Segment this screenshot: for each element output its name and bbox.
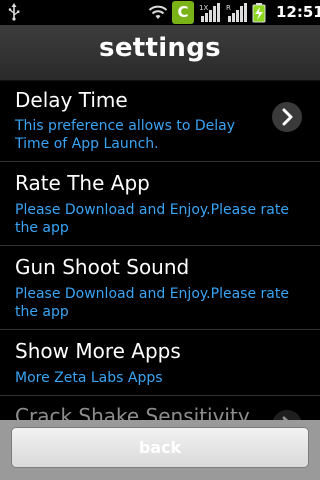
- chevron-right-icon[interactable]: [272, 410, 302, 420]
- app-screen: C 1X R 12:51 settings Delay Time This pr…: [0, 0, 320, 480]
- signal-icon: 1X: [198, 2, 220, 27]
- pref-show-more-apps[interactable]: Show More Apps More Zeta Labs Apps: [0, 330, 320, 396]
- page-title: settings: [99, 33, 221, 63]
- pref-delay-time[interactable]: Delay Time This preference allows to Del…: [0, 80, 320, 162]
- pref-crack-shake-sensitivity[interactable]: Crack Shake Sensitivity: [0, 396, 320, 420]
- back-button[interactable]: back: [11, 427, 309, 468]
- pref-summary: Please Download and Enjoy.Please rate th…: [15, 286, 289, 320]
- pref-title: Rate The App: [15, 171, 150, 195]
- pref-gun-shoot-sound[interactable]: Gun Shoot Sound Please Download and Enjo…: [0, 246, 320, 330]
- pref-summary: More Zeta Labs Apps: [15, 370, 163, 386]
- app-notification-icon: C: [172, 1, 194, 24]
- pref-summary: Please Download and Enjoy.Please rate th…: [15, 202, 289, 236]
- status-bar: C 1X R 12:51: [0, 0, 320, 25]
- status-time: 12:51: [276, 3, 320, 21]
- chevron-right-icon[interactable]: [272, 102, 302, 132]
- pref-title: Crack Shake Sensitivity: [15, 404, 250, 420]
- pref-title: Show More Apps: [15, 339, 181, 363]
- pref-title: Delay Time: [15, 88, 128, 112]
- pref-title: Gun Shoot Sound: [15, 255, 190, 279]
- wifi-icon: [148, 3, 168, 25]
- pref-rate-app[interactable]: Rate The App Please Download and Enjoy.P…: [0, 162, 320, 246]
- battery-charging-icon: [252, 3, 266, 27]
- roaming-label: R: [226, 4, 231, 12]
- usb-icon: [8, 3, 20, 25]
- signal-1x-label: 1X: [199, 4, 208, 12]
- preference-list: Delay Time This preference allows to Del…: [0, 80, 320, 420]
- title-bar: settings: [0, 25, 320, 81]
- roaming-signal-icon: R: [225, 2, 247, 27]
- pref-summary: This preference allows to Delay Time of …: [15, 118, 236, 152]
- bottom-bar: back: [0, 420, 320, 480]
